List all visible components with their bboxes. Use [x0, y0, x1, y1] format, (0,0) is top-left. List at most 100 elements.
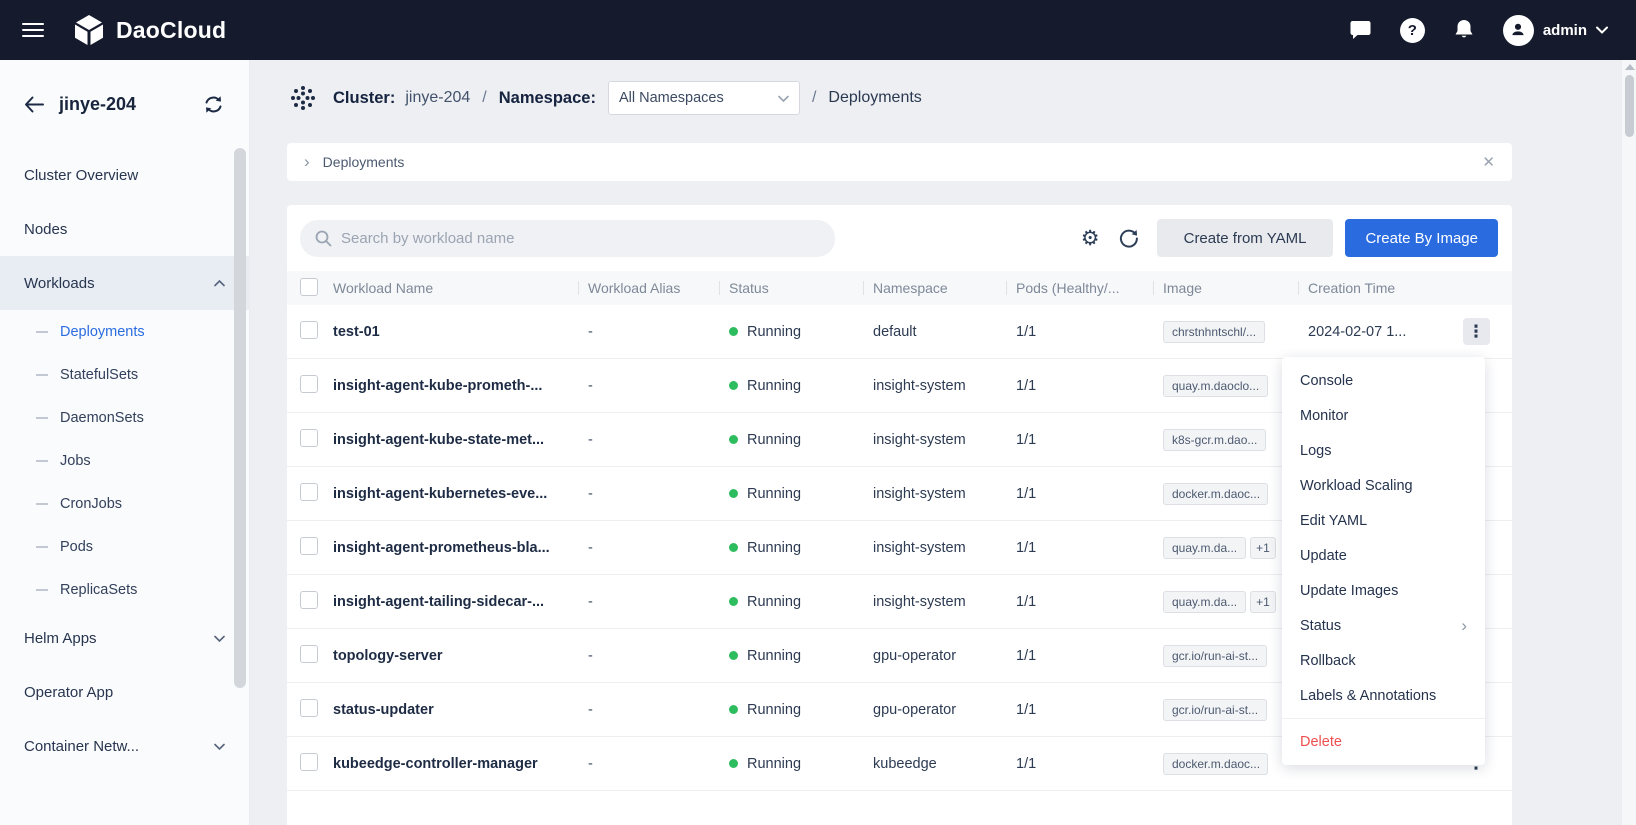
status-text: Running	[747, 540, 801, 556]
back-arrow-icon[interactable]	[24, 96, 44, 113]
status-text: Running	[747, 486, 801, 502]
row-actions-kebab-icon[interactable]: ⋮	[1463, 318, 1490, 345]
column-status: Status	[719, 280, 873, 296]
sidebar-item-workloads[interactable]: Workloads	[0, 256, 249, 310]
search-box	[300, 220, 835, 257]
nav-label: Deployments	[60, 324, 145, 340]
dash-icon	[36, 546, 48, 548]
help-icon[interactable]: ?	[1400, 18, 1425, 43]
sidebar-item-pods[interactable]: Pods	[0, 525, 249, 568]
status-text: Running	[747, 324, 801, 340]
workload-name-link[interactable]: insight-agent-kube-state-met...	[333, 432, 588, 448]
menu-item-update-images[interactable]: Update Images	[1282, 573, 1485, 608]
scrollbar-up-arrow[interactable]	[1625, 64, 1635, 70]
workload-name-link[interactable]: test-01	[333, 324, 588, 340]
menu-item-monitor[interactable]: Monitor	[1282, 398, 1485, 433]
row-checkbox[interactable]	[300, 699, 318, 717]
gear-icon[interactable]: ⚙	[1081, 228, 1100, 249]
workload-status: Running	[729, 324, 873, 340]
row-checkbox[interactable]	[300, 645, 318, 663]
scrollbar-thumb[interactable]	[1625, 75, 1634, 137]
close-icon[interactable]: ✕	[1482, 153, 1495, 171]
notifications-bell-icon[interactable]	[1452, 18, 1476, 42]
sidebar-item-statefulsets[interactable]: StatefulSets	[0, 353, 249, 396]
row-checkbox[interactable]	[300, 375, 318, 393]
workload-name-link[interactable]: insight-agent-tailing-sidecar-...	[333, 594, 588, 610]
search-icon	[314, 229, 332, 247]
row-checkbox[interactable]	[300, 429, 318, 447]
workload-creation-time: 2024-02-07 1...	[1308, 324, 1440, 340]
sidebar-scrollbar[interactable]	[234, 148, 246, 688]
workload-status: Running	[729, 432, 873, 448]
chevron-right-icon[interactable]: ›	[304, 152, 310, 172]
sidebar-item-operator-app[interactable]: Operator App	[0, 665, 249, 719]
select-all-checkbox[interactable]	[300, 278, 318, 296]
workload-name-link[interactable]: insight-agent-kube-prometh-...	[333, 378, 588, 394]
row-checkbox[interactable]	[300, 537, 318, 555]
menu-item-edit-yaml[interactable]: Edit YAML	[1282, 503, 1485, 538]
workload-name-link[interactable]: insight-agent-kubernetes-eve...	[333, 486, 588, 502]
chat-icon[interactable]	[1348, 18, 1373, 42]
workload-status: Running	[729, 594, 873, 610]
workload-name-link[interactable]: kubeedge-controller-manager	[333, 756, 588, 772]
chevron-down-icon	[1596, 26, 1608, 34]
sidebar-item-deployments[interactable]: Deployments	[0, 310, 249, 353]
nav-label: Helm Apps	[24, 630, 97, 647]
sidebar-item-cronjobs[interactable]: CronJobs	[0, 482, 249, 525]
menu-item-console[interactable]: Console	[1282, 363, 1485, 398]
menu-item-update[interactable]: Update	[1282, 538, 1485, 573]
sidebar-item-daemonsets[interactable]: DaemonSets	[0, 396, 249, 439]
menu-item-labels-annotations[interactable]: Labels & Annotations	[1282, 678, 1485, 713]
column-namespace: Namespace	[863, 280, 1016, 296]
row-checkbox[interactable]	[300, 591, 318, 609]
workload-namespace: kubeedge	[873, 756, 1016, 772]
create-from-yaml-button[interactable]: Create from YAML	[1157, 219, 1334, 257]
workload-name-link[interactable]: status-updater	[333, 702, 588, 718]
workload-alias: -	[588, 540, 729, 556]
menu-item-rollback[interactable]: Rollback	[1282, 643, 1485, 678]
row-checkbox[interactable]	[300, 321, 318, 339]
menu-item-delete[interactable]: Delete	[1282, 724, 1485, 759]
status-text: Running	[747, 648, 801, 664]
sidebar-nav: Cluster Overview Nodes Workloads Deploym…	[0, 148, 249, 773]
workload-alias: -	[588, 432, 729, 448]
sidebar-cluster-name: jinye-204	[59, 94, 136, 115]
menu-item-workload-scaling[interactable]: Workload Scaling	[1282, 468, 1485, 503]
chevron-down-icon	[214, 743, 225, 750]
workload-alias: -	[588, 648, 729, 664]
workload-name-link[interactable]: insight-agent-prometheus-bla...	[333, 540, 588, 556]
toolbar: ⚙ Create from YAML Create By Image	[287, 205, 1512, 271]
nav-label: Container Netw...	[24, 738, 139, 755]
dash-icon	[36, 503, 48, 505]
image-tag: gcr.io/run-ai-st...	[1163, 645, 1267, 667]
image-tag: quay.m.da...	[1163, 537, 1246, 559]
sidebar-item-nodes[interactable]: Nodes	[0, 202, 249, 256]
image-tag: k8s-gcr.m.dao...	[1163, 429, 1266, 451]
workload-name-link[interactable]: topology-server	[333, 648, 588, 664]
switch-cluster-icon[interactable]	[202, 95, 225, 114]
workload-alias: -	[588, 702, 729, 718]
refresh-icon[interactable]	[1118, 228, 1139, 249]
menu-item-logs[interactable]: Logs	[1282, 433, 1485, 468]
user-menu[interactable]: admin	[1503, 15, 1608, 46]
chevron-right-icon: ›	[1461, 616, 1467, 636]
namespace-select[interactable]: All Namespaces	[608, 81, 800, 115]
image-extra-count: +1	[1250, 537, 1276, 559]
row-checkbox[interactable]	[300, 753, 318, 771]
create-by-image-button[interactable]: Create By Image	[1345, 219, 1498, 257]
sidebar-item-cluster-overview[interactable]: Cluster Overview	[0, 148, 249, 202]
sidebar-item-container-network[interactable]: Container Netw...	[0, 719, 249, 773]
status-text: Running	[747, 756, 801, 772]
nav-label: Operator App	[24, 684, 113, 701]
hamburger-menu-icon[interactable]	[22, 23, 44, 37]
sidebar-item-replicasets[interactable]: ReplicaSets	[0, 568, 249, 611]
search-input[interactable]	[341, 230, 821, 247]
main-scrollbar[interactable]	[1621, 60, 1636, 825]
workload-alias: -	[588, 378, 729, 394]
row-checkbox[interactable]	[300, 483, 318, 501]
sidebar-item-jobs[interactable]: Jobs	[0, 439, 249, 482]
topbar: DaoCloud ? admin	[0, 0, 1636, 60]
sidebar-item-helm-apps[interactable]: Helm Apps	[0, 611, 249, 665]
table-row: test-01 - Running default 1/1 chrstnhnts…	[287, 305, 1512, 359]
menu-item-status[interactable]: Status ›	[1282, 608, 1485, 643]
